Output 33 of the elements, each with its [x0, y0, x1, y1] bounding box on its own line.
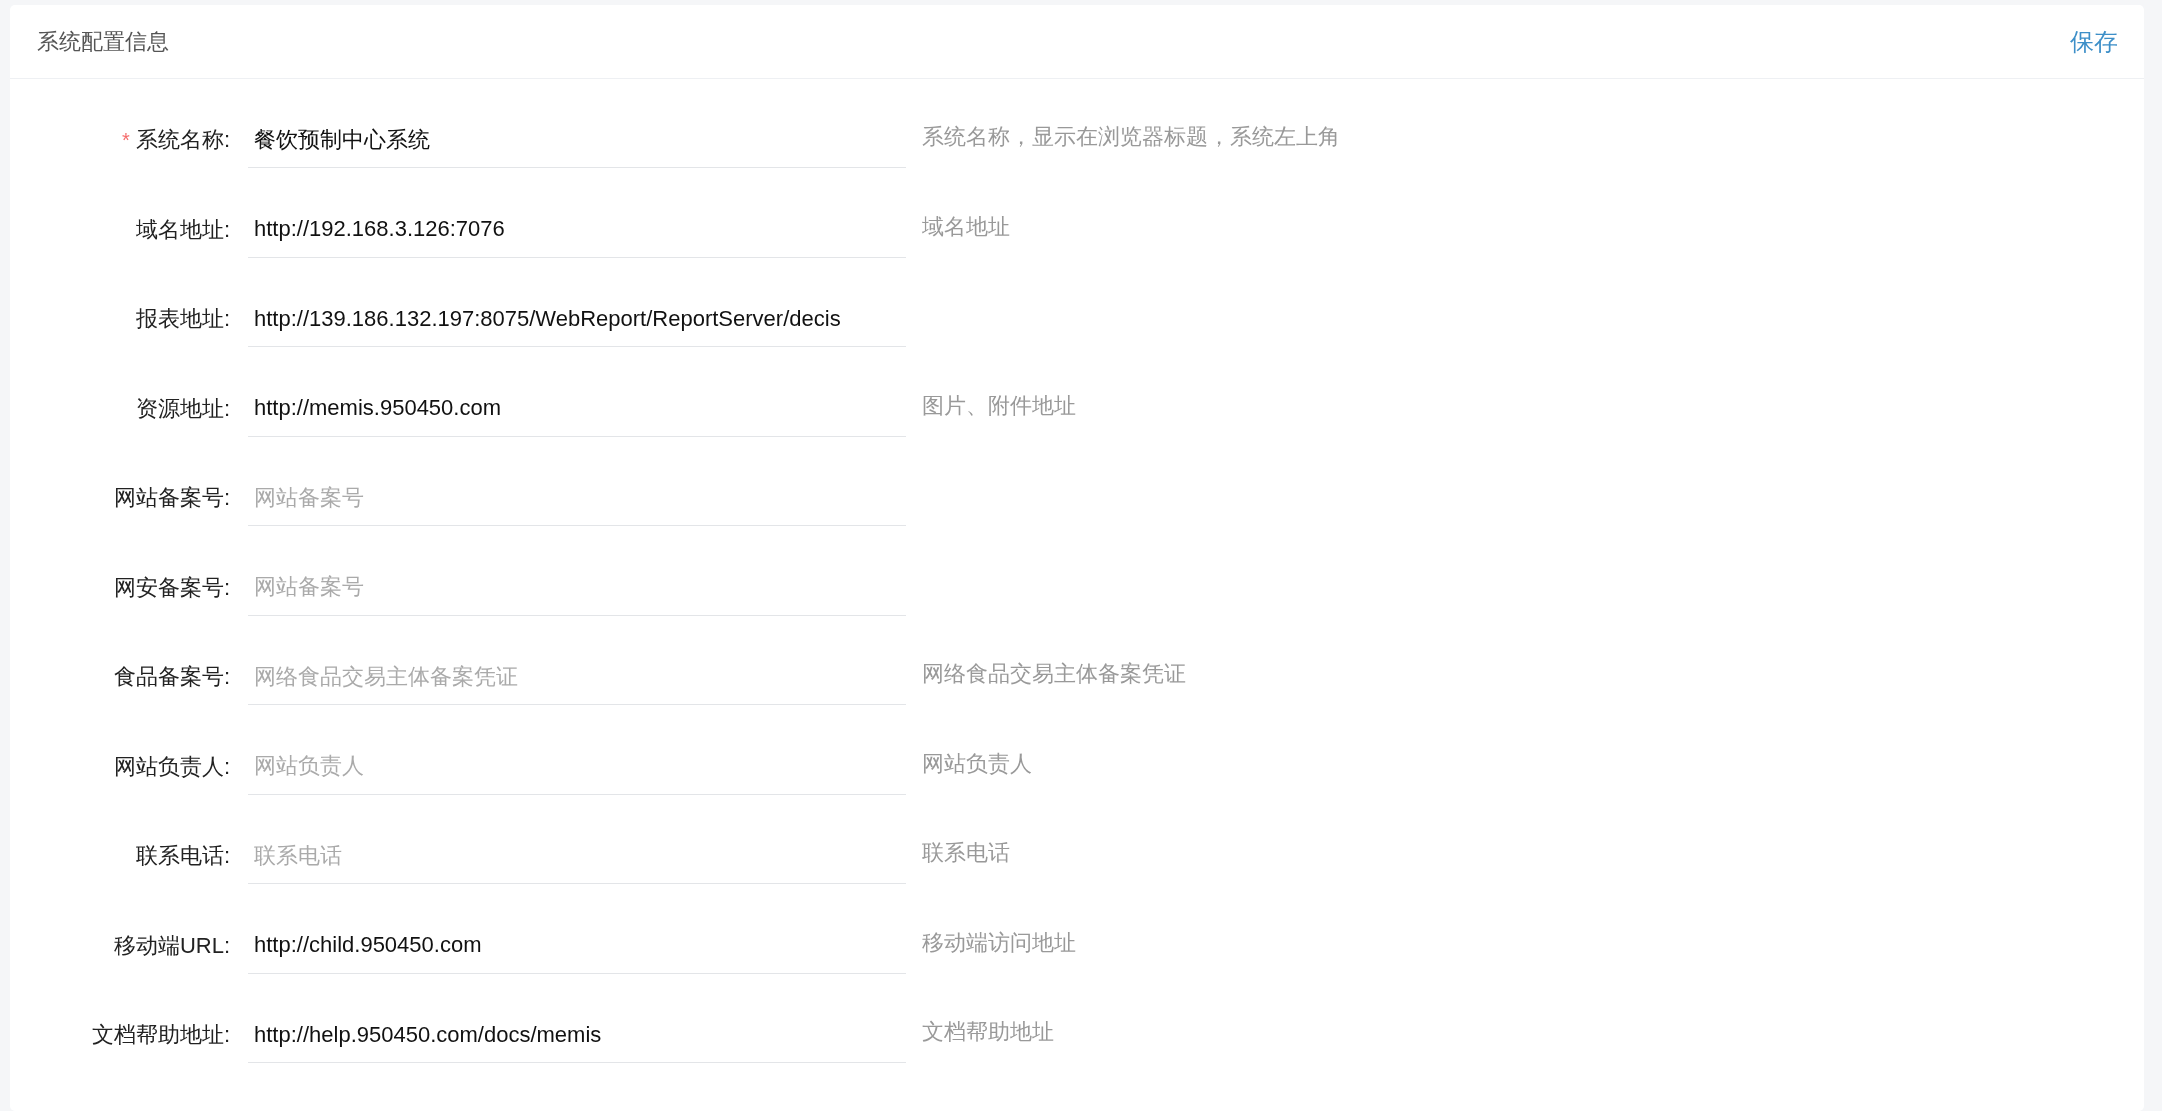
input-field[interactable]: 联系电话: [248, 828, 906, 884]
field-hint: 域名地址: [922, 212, 1010, 241]
field-label: 网安备案号:: [113, 573, 230, 602]
save-link[interactable]: 保存: [2070, 25, 2118, 58]
input-field[interactable]: http://help.950450.com/docs/memis: [248, 1007, 906, 1063]
field-label: 域名地址:: [135, 215, 230, 244]
section-title: 系统配置信息: [37, 27, 169, 56]
field-hint: 网络食品交易主体备案凭证: [922, 660, 1186, 688]
field-label: 文档帮助地址:: [91, 1021, 230, 1049]
field-hint: 系统名称，显示在浏览器标题，系统左上角: [922, 123, 1340, 151]
input-field[interactable]: 网络食品交易主体备案凭证: [248, 649, 906, 705]
field-hint: 网站负责人: [922, 749, 1032, 778]
field-label: 移动端URL:: [113, 931, 230, 960]
field-label: 食品备案号:: [113, 663, 230, 691]
input-field[interactable]: 网站备案号: [248, 559, 906, 616]
input-field[interactable]: http://child.950450.com: [248, 917, 906, 974]
field-hint: 文档帮助地址: [922, 1018, 1054, 1046]
field-label: 网站备案号:: [113, 484, 230, 512]
field-hint: 图片、附件地址: [922, 391, 1076, 420]
field-hint: 联系电话: [922, 839, 1010, 867]
input-field[interactable]: 餐饮预制中心系统: [248, 112, 906, 168]
field-label: 联系电话:: [135, 842, 230, 870]
input-field[interactable]: 网站备案号: [248, 470, 906, 526]
input-field[interactable]: http://192.168.3.126:7076: [248, 201, 906, 258]
field-label: 系统名称:: [135, 126, 230, 154]
input-field[interactable]: 网站负责人: [248, 738, 906, 795]
field-label: 报表地址:: [135, 305, 230, 333]
field-hint: 移动端访问地址: [922, 928, 1076, 957]
field-label: 网站负责人:: [113, 752, 230, 781]
required-asterisk: *: [122, 128, 130, 152]
field-label: 资源地址:: [135, 394, 230, 423]
input-field[interactable]: http://139.186.132.197:8075/WebReport/ReportServer/decis: [248, 291, 906, 347]
input-field[interactable]: http://memis.950450.com: [248, 380, 906, 437]
